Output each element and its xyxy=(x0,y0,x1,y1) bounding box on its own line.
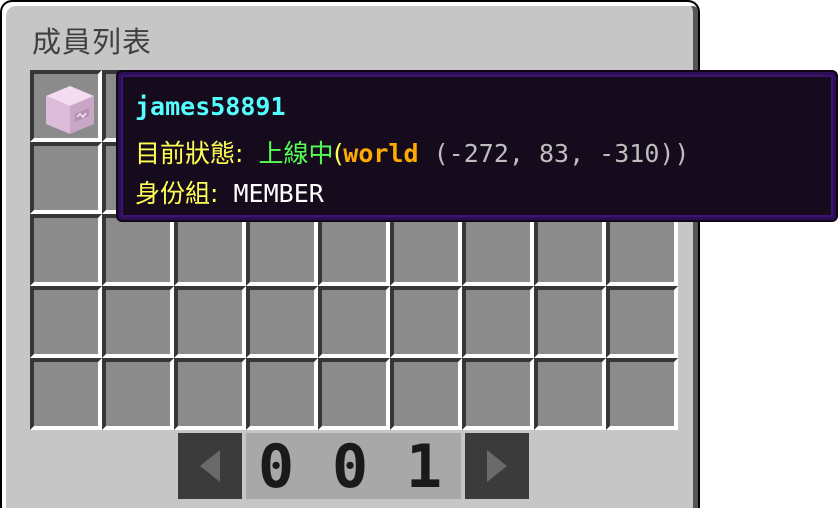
page-digit: 1 xyxy=(406,432,443,502)
role-label: 身份組: xyxy=(135,179,219,208)
coordinates: (-272, 83, -310)) xyxy=(433,139,690,168)
empty-slot[interactable] xyxy=(390,214,462,286)
status-line: 目前狀態: 上線中(world (-272, 83, -310)) xyxy=(135,138,689,170)
empty-slot[interactable] xyxy=(534,214,606,286)
empty-slot[interactable] xyxy=(390,358,462,430)
empty-slot[interactable] xyxy=(30,358,102,430)
empty-slot[interactable] xyxy=(606,358,678,430)
triangle-left-icon xyxy=(200,450,220,482)
role-value: MEMBER xyxy=(233,179,324,208)
empty-slot[interactable] xyxy=(462,286,534,358)
member-head-block-icon xyxy=(46,86,94,134)
open-paren: ( xyxy=(333,139,344,168)
status-label: 目前狀態: xyxy=(135,139,244,168)
empty-slot[interactable] xyxy=(102,214,174,286)
status-value: 上線中 xyxy=(258,139,334,168)
member-slot[interactable] xyxy=(30,70,102,142)
player-name: james58891 xyxy=(135,92,286,121)
empty-slot[interactable] xyxy=(318,286,390,358)
page-digit: 0 xyxy=(258,432,295,502)
world-name: world xyxy=(343,139,419,168)
empty-slot[interactable] xyxy=(246,358,318,430)
next-page-button[interactable] xyxy=(465,433,529,499)
page-digit: 0 xyxy=(332,432,369,502)
empty-slot[interactable] xyxy=(30,214,102,286)
empty-slot[interactable] xyxy=(534,286,606,358)
empty-slot[interactable] xyxy=(318,358,390,430)
empty-slot[interactable] xyxy=(30,286,102,358)
empty-slot[interactable] xyxy=(534,358,606,430)
prev-page-button[interactable] xyxy=(178,433,242,499)
empty-slot[interactable] xyxy=(606,286,678,358)
empty-slot[interactable] xyxy=(174,214,246,286)
empty-slot[interactable] xyxy=(462,214,534,286)
empty-slot[interactable] xyxy=(102,358,174,430)
triangle-right-icon xyxy=(487,450,507,482)
empty-slot[interactable] xyxy=(174,358,246,430)
empty-slot[interactable] xyxy=(246,214,318,286)
empty-slot[interactable] xyxy=(102,286,174,358)
empty-slot[interactable] xyxy=(606,214,678,286)
empty-slot[interactable] xyxy=(30,142,102,214)
empty-slot[interactable] xyxy=(174,286,246,358)
member-tooltip: james58891 目前狀態: 上線中(world (-272, 83, -3… xyxy=(118,72,836,220)
empty-slot[interactable] xyxy=(318,214,390,286)
role-line: 身份組: MEMBER xyxy=(135,178,324,210)
window-title: 成員列表 xyxy=(32,25,153,59)
empty-slot[interactable] xyxy=(390,286,462,358)
empty-slot[interactable] xyxy=(462,358,534,430)
page-number-display: 0 0 1 xyxy=(246,433,461,499)
empty-slot[interactable] xyxy=(246,286,318,358)
